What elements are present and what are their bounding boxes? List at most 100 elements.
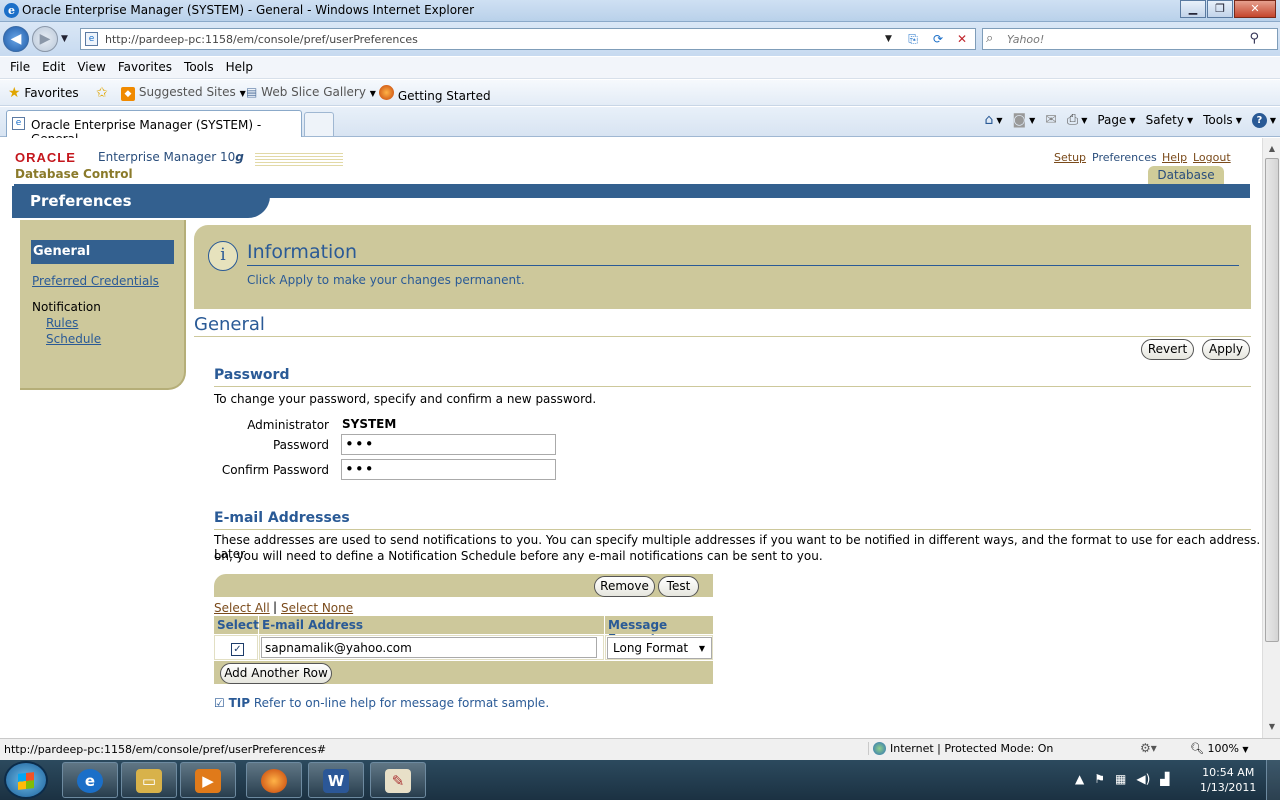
row-select-checkbox[interactable]: ✓ (231, 643, 244, 656)
stop-icon[interactable]: ✕ (951, 30, 973, 48)
firefox-icon (379, 85, 394, 100)
security-zone-label: Internet | Protected Mode: On (890, 742, 1054, 755)
home-icon: ⌂ (984, 112, 994, 128)
menu-favorites[interactable]: Favorites (112, 57, 178, 78)
search-placeholder[interactable]: Yahoo! (1007, 33, 1044, 46)
safety-menu[interactable]: Safety ▼ (1146, 113, 1194, 127)
test-button[interactable]: Test (658, 576, 699, 597)
setup-link[interactable]: Setup (1054, 151, 1086, 164)
sidenav-item-general[interactable]: General (31, 240, 174, 264)
menu-help[interactable]: Help (220, 57, 259, 78)
show-desktop-button[interactable] (1266, 760, 1280, 800)
help-icon: ? (1251, 112, 1267, 128)
confirm-password-field[interactable]: ••• (341, 459, 556, 480)
tab-oracle-em[interactable]: e Oracle Enterprise Manager (SYSTEM) - G… (6, 110, 302, 146)
forward-button[interactable]: ▶ (32, 26, 58, 52)
paint-icon: ✎ (385, 769, 411, 793)
taskbar-paint[interactable]: ✎ (370, 762, 426, 798)
clock[interactable]: 10:54 AM 1/13/2011 (1200, 765, 1256, 795)
remove-button[interactable]: Remove (594, 576, 655, 597)
password-field[interactable]: ••• (341, 434, 556, 455)
favorites-bar: ★ Favorites ✩ ◆ Suggested Sites ▼ ▤ Web … (0, 80, 1280, 106)
favorites-button[interactable]: ★ Favorites (8, 85, 79, 101)
menu-view[interactable]: View (71, 57, 111, 78)
web-slice-icon: ▤ (246, 85, 258, 99)
scrollbar-thumb[interactable] (1265, 158, 1279, 642)
new-tab-button[interactable] (304, 112, 334, 136)
column-header-format: Message Format (605, 616, 713, 646)
close-window-button[interactable]: ✕ (1234, 0, 1276, 18)
zoom-icon: 🔍︎ (1190, 742, 1204, 755)
volume-icon[interactable]: ◀) (1136, 772, 1150, 786)
address-field[interactable]: e http://pardeep-pc:1158/em/console/pref… (80, 28, 976, 50)
scroll-up-icon[interactable]: ▲ (1265, 142, 1279, 156)
logout-link[interactable]: Logout (1193, 151, 1231, 164)
tab-page-icon: e (12, 117, 25, 130)
minimize-button[interactable]: ▁ (1180, 0, 1206, 18)
confirm-password-label: Confirm Password (221, 463, 329, 477)
revert-button[interactable]: Revert (1141, 339, 1194, 360)
taskbar-firefox[interactable] (246, 762, 302, 798)
protected-mode-icon[interactable]: ⚙▾ (1140, 741, 1157, 755)
message-format-select[interactable]: Long Format ▼ (607, 637, 712, 659)
search-icon[interactable]: ⚲ (1249, 31, 1259, 46)
database-tab[interactable]: Database (1148, 166, 1224, 184)
sidenav-item-preferred-credentials[interactable]: Preferred Credentials (32, 274, 159, 288)
address-url[interactable]: http://pardeep-pc:1158/em/console/pref/u… (105, 33, 418, 46)
refresh-icon[interactable]: ⟳ (927, 30, 949, 48)
getting-started-link[interactable]: Getting Started (379, 85, 491, 103)
page-menu[interactable]: Page ▼ (1097, 113, 1135, 127)
page-title-divider (194, 336, 1251, 337)
network-icon[interactable]: ▦ (1115, 772, 1126, 786)
add-another-row-button[interactable]: Add Another Row (220, 663, 332, 684)
sidenav-item-rules[interactable]: Rules (46, 316, 78, 330)
mail-button[interactable]: ✉ (1045, 112, 1057, 128)
show-hidden-icons-icon[interactable]: ▲ (1075, 772, 1084, 786)
suggested-sites-button[interactable]: ◆ Suggested Sites ▼ (121, 85, 246, 101)
action-center-flag-icon[interactable]: ⚑ (1094, 772, 1105, 786)
add-favorite-icon[interactable]: ✩ (96, 85, 108, 101)
table-row-email-cell: sapnamalik@yahoo.com (259, 635, 604, 660)
clock-time: 10:54 AM (1202, 766, 1255, 779)
menu-bar: File Edit View Favorites Tools Help (0, 57, 1280, 79)
select-none-link[interactable]: Select None (281, 601, 353, 615)
zoom-control[interactable]: 🔍︎ 100% ▼ (1190, 742, 1249, 755)
web-slice-gallery-button[interactable]: ▤ Web Slice Gallery ▼ (246, 85, 376, 99)
zoom-level: 100% (1207, 742, 1239, 755)
taskbar-media-player[interactable]: ▶ (180, 762, 236, 798)
header-stripes (255, 153, 343, 167)
status-url: http://pardeep-pc:1158/em/console/pref/u… (4, 743, 327, 756)
security-zone[interactable]: Internet | Protected Mode: On (868, 742, 1053, 755)
menu-tools[interactable]: Tools (178, 57, 220, 78)
address-dropdown-icon[interactable]: ▼ (885, 34, 892, 44)
taskbar-explorer[interactable]: ▭ (121, 762, 177, 798)
menu-file[interactable]: File (4, 57, 36, 78)
taskbar-word[interactable]: W (308, 762, 364, 798)
back-button[interactable]: ◀ (3, 26, 29, 52)
search-field[interactable]: ⌕ Yahoo! ⚲ (982, 28, 1278, 50)
compatibility-view-icon[interactable]: ⎘ (902, 30, 924, 48)
tools-menu[interactable]: Tools ▼ (1203, 113, 1242, 127)
chevron-down-icon: ▼ (698, 644, 705, 653)
sidenav-item-schedule[interactable]: Schedule (46, 332, 101, 346)
taskbar-ie[interactable]: e (62, 762, 118, 798)
apply-button[interactable]: Apply (1202, 339, 1250, 360)
help-link[interactable]: Help (1162, 151, 1187, 164)
email-address-field[interactable]: sapnamalik@yahoo.com (261, 637, 597, 658)
start-button[interactable] (4, 761, 48, 799)
menu-edit[interactable]: Edit (36, 57, 71, 78)
print-button[interactable]: ⎙ ▼ (1067, 112, 1087, 128)
maximize-button[interactable]: ❐ (1207, 0, 1233, 18)
home-button[interactable]: ⌂ ▼ (984, 112, 1002, 128)
select-all-link[interactable]: Select All (214, 601, 270, 615)
word-icon: W (323, 769, 349, 793)
help-menu[interactable]: ? ▼ (1251, 112, 1276, 128)
history-dropdown-icon[interactable]: ▼ (61, 34, 68, 44)
select-separator: | (273, 600, 278, 614)
tab-bar: e Oracle Enterprise Manager (SYSTEM) - G… (0, 107, 1280, 146)
scroll-down-icon[interactable]: ▼ (1265, 720, 1279, 734)
vertical-scrollbar[interactable]: ▲ ▼ (1262, 138, 1280, 738)
feeds-button[interactable]: ◙ ▼ (1013, 112, 1036, 128)
windows-logo-icon (18, 772, 34, 790)
signal-icon[interactable]: ▟ (1160, 772, 1169, 786)
